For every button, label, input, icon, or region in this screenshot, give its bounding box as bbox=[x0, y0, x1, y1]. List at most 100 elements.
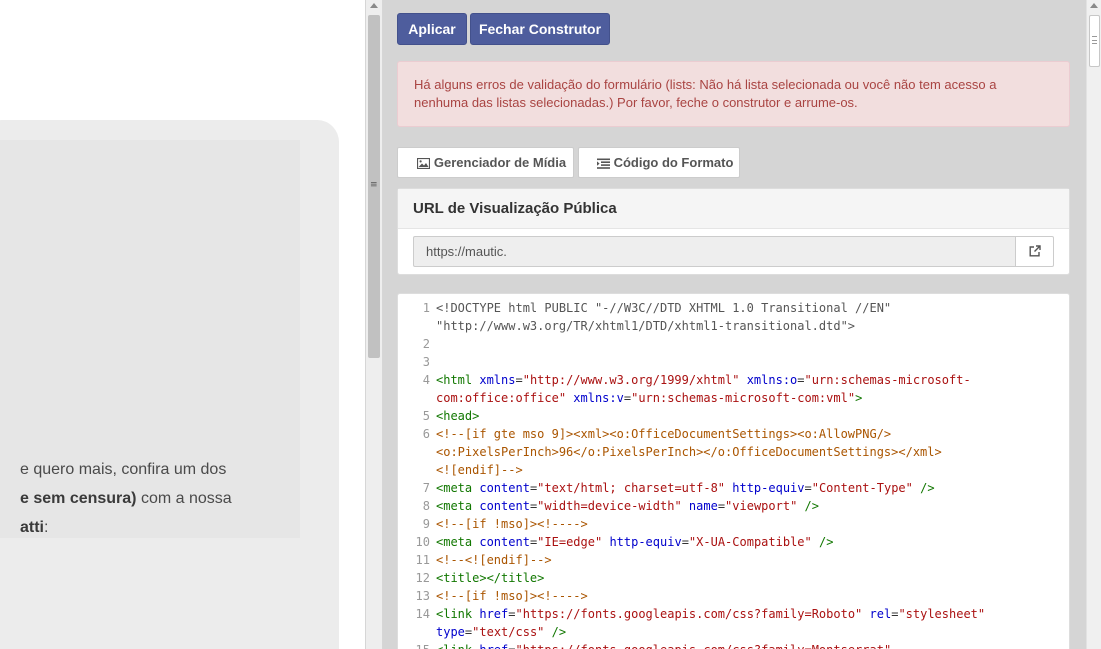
code-token: <!--<![endif]--> bbox=[436, 553, 552, 567]
code-token: "text/html; charset=utf-8" bbox=[537, 481, 726, 495]
code-token: "width=device-width" bbox=[537, 499, 682, 513]
code-token: "viewport" bbox=[725, 499, 798, 513]
preview-text-line: e quero mais, confira um dos bbox=[20, 461, 227, 478]
public-url-field[interactable]: https://mautic. bbox=[413, 236, 1016, 267]
code-token: = bbox=[797, 373, 805, 387]
code-text: <html xmlns="http://www.w3.org/1999/xhtm… bbox=[436, 371, 971, 389]
image-icon bbox=[416, 157, 430, 170]
code-token: <head> bbox=[436, 409, 480, 423]
code-text: com:office:office" xmlns:v="urn:schemas-… bbox=[436, 389, 862, 407]
code-token: <html bbox=[436, 373, 480, 387]
line-number: 14 bbox=[415, 607, 430, 621]
line-number: 1 bbox=[422, 301, 430, 315]
code-token: = bbox=[623, 391, 632, 405]
code-token: type bbox=[436, 625, 465, 639]
line-number: 12 bbox=[415, 571, 430, 585]
line-number: 3 bbox=[422, 355, 430, 369]
public-url-heading: URL de Visualização Pública bbox=[398, 189, 1069, 229]
line-number: 7 bbox=[422, 481, 430, 495]
code-text: <meta content="IE=edge" http-equiv="X-UA… bbox=[436, 533, 833, 551]
code-token: xmlns:o bbox=[746, 373, 798, 387]
email-preview-pane: e quero mais, confira um dos e sem censu… bbox=[0, 0, 365, 649]
code-token: /> bbox=[544, 625, 567, 639]
code-token: "urn:schemas-microsoft-com:vml" bbox=[631, 391, 856, 405]
code-token: xmlns:v bbox=[573, 391, 624, 405]
preview-text-line: atti: bbox=[20, 519, 49, 536]
scroll-up-arrow-icon[interactable] bbox=[1090, 3, 1098, 8]
code-token: http-equiv bbox=[732, 481, 805, 495]
code-text: <!--<![endif]--> bbox=[436, 551, 552, 569]
resize-grip-icon[interactable]: ≡ bbox=[370, 181, 378, 190]
code-token: /> bbox=[912, 481, 935, 495]
builder-panel: Aplicar Fechar Construtor Há alguns erro… bbox=[383, 0, 1086, 649]
code-token: content bbox=[479, 481, 530, 495]
code-token: http-equiv bbox=[609, 535, 682, 549]
page-scrollbar-thumb[interactable] bbox=[1089, 15, 1100, 67]
code-token: = bbox=[681, 535, 689, 549]
code-token: <title></title> bbox=[436, 571, 545, 585]
code-text: <!--[if !mso]><!----> bbox=[436, 515, 588, 533]
code-token: name bbox=[688, 499, 718, 513]
line-number: 5 bbox=[422, 409, 430, 423]
line-number: 10 bbox=[415, 535, 430, 549]
code-token: <!DOCTYPE html PUBLIC "-//W3C//DTD XHTML… bbox=[436, 301, 892, 315]
preview-text-block: e quero mais, confira um dos e sem censu… bbox=[20, 455, 320, 542]
media-manager-button[interactable]: Gerenciador de Mídia bbox=[397, 147, 574, 178]
html-code-editor[interactable]: 1 <!DOCTYPE html PUBLIC "-//W3C//DTD XHTM… bbox=[397, 293, 1070, 649]
code-token: <o:PixelsPerInch>96</o:PixelsPerInch></o… bbox=[436, 445, 942, 459]
code-token: content bbox=[479, 499, 530, 513]
line-number: 9 bbox=[422, 517, 430, 531]
code-token: "text/css" bbox=[472, 625, 545, 639]
code-token: "https://fonts.googleapis.com/css?family… bbox=[515, 607, 863, 621]
code-text: <![endif]--> bbox=[436, 461, 523, 479]
code-text: <title></title> bbox=[436, 569, 544, 587]
scroll-up-arrow-icon[interactable] bbox=[370, 3, 378, 8]
line-number: 6 bbox=[422, 427, 430, 441]
code-token: href bbox=[479, 607, 509, 621]
code-token: <meta bbox=[436, 535, 480, 549]
code-token: "https://fonts.googleapis.com/css?family… bbox=[516, 643, 892, 649]
apply-button[interactable]: Aplicar bbox=[397, 13, 467, 45]
code-text: <!--[if gte mso 9]><xml><o:OfficeDocumen… bbox=[436, 425, 891, 443]
code-text: <link href="https://fonts.googleapis.com… bbox=[436, 641, 891, 649]
code-token: <!--[if !mso]><!----> bbox=[436, 589, 588, 603]
code-token: <!--[if !mso]><!----> bbox=[436, 517, 588, 531]
code-token: xmlns bbox=[479, 373, 516, 387]
pane-splitter[interactable]: ≡ bbox=[365, 0, 383, 649]
line-number: 15 bbox=[398, 641, 430, 649]
open-url-button[interactable] bbox=[1015, 236, 1054, 267]
format-code-label: Código do Formato bbox=[613, 155, 734, 170]
code-token: <link bbox=[436, 643, 479, 649]
code-token: /> bbox=[811, 535, 834, 549]
close-builder-button[interactable]: Fechar Construtor bbox=[470, 13, 610, 45]
preview-text-line: e sem censura) com a nossa bbox=[20, 490, 232, 507]
code-token: com:office:office" bbox=[436, 391, 567, 405]
code-text: type="text/css" /> bbox=[436, 623, 566, 641]
code-token: "urn:schemas-microsoft- bbox=[804, 373, 971, 387]
code-token: = bbox=[508, 607, 516, 621]
code-token: "stylesheet" bbox=[898, 607, 986, 621]
code-token: <![endif]--> bbox=[436, 463, 523, 477]
code-text: <!--[if !mso]><!----> bbox=[436, 587, 588, 605]
code-token: "Content-Type" bbox=[811, 481, 913, 495]
code-text: <link href="https://fonts.googleapis.com… bbox=[436, 605, 985, 623]
code-text: <meta content="width=device-width" name=… bbox=[436, 497, 819, 515]
code-text: "http://www.w3.org/TR/xhtml1/DTD/xhtml1-… bbox=[436, 317, 855, 335]
format-code-button[interactable]: Código do Formato bbox=[578, 147, 740, 178]
code-text: <!DOCTYPE html PUBLIC "-//W3C//DTD XHTML… bbox=[436, 299, 891, 317]
line-number: 2 bbox=[422, 337, 430, 351]
public-url-panel: URL de Visualização Pública https://maut… bbox=[397, 188, 1070, 275]
external-link-icon bbox=[1029, 245, 1041, 257]
preview-content-card bbox=[0, 120, 339, 649]
line-number: 8 bbox=[422, 499, 430, 513]
code-token: <!--[if gte mso 9]><xml><o:OfficeDocumen… bbox=[436, 427, 892, 441]
line-number: 13 bbox=[415, 589, 430, 603]
line-number: 4 bbox=[422, 373, 430, 387]
page-scrollbar[interactable] bbox=[1086, 0, 1101, 649]
list-indent-icon bbox=[596, 158, 610, 169]
code-token: content bbox=[479, 535, 530, 549]
code-token: rel bbox=[869, 607, 892, 621]
code-text: <meta content = "text/html; charset=utf-8"… bbox=[436, 479, 935, 497]
